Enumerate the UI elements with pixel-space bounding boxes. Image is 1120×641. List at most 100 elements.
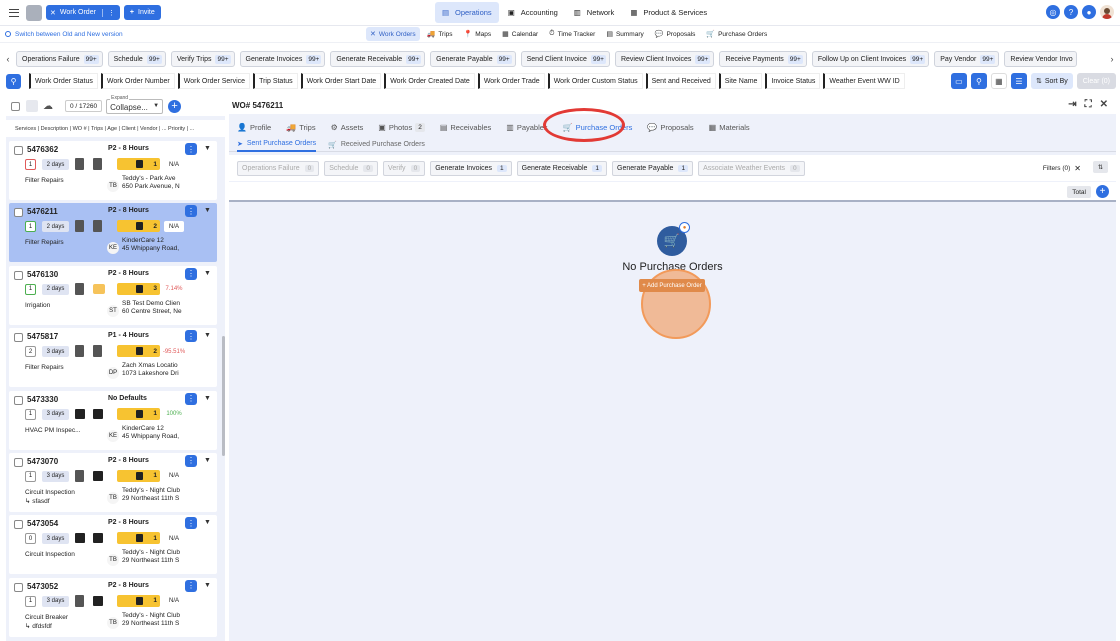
clear-filters-button[interactable]: Clear (0)	[1076, 73, 1116, 89]
chevron-down-icon[interactable]: ▼	[204, 270, 211, 277]
chevron-down-icon[interactable]: ▼	[204, 207, 211, 214]
chevron-left-icon[interactable]: ‹	[0, 54, 16, 64]
add-purchase-order-button[interactable]: + Add Purchase Order	[639, 279, 705, 292]
work-order-more-icon[interactable]: ⋮	[101, 8, 115, 17]
nav-network[interactable]: ▥ Network	[567, 2, 622, 23]
bulk-action-icon[interactable]	[26, 100, 38, 112]
nav-product-services[interactable]: ▦ Product & Services	[623, 2, 714, 23]
grid-view-icon[interactable]: ▦	[990, 73, 1007, 89]
row-checkbox[interactable]	[14, 457, 23, 467]
tab-receivables[interactable]: ▤ Receivables	[440, 123, 491, 132]
chevron-down-icon[interactable]: ▼	[204, 582, 211, 589]
filter-chip[interactable]: Work Order Created Date	[384, 73, 475, 89]
row-checkbox[interactable]	[14, 146, 23, 155]
total-button[interactable]: Total	[1067, 186, 1091, 198]
menu-icon[interactable]	[9, 8, 19, 17]
subnav-summary[interactable]: ▤ Summary	[602, 27, 647, 41]
close-icon[interactable]: ✕	[1100, 99, 1108, 110]
work-order-card[interactable]: 5476362 P2 - 8 Hours ⋮ ▼ 1 2 days 1 N/A Filter R…	[9, 141, 217, 200]
subnav-proposals[interactable]: 💬 Proposals	[651, 27, 700, 41]
row-checkbox[interactable]	[14, 270, 23, 280]
select-all-checkbox[interactable]	[11, 101, 20, 111]
stage-chip[interactable]: Receive Payments 99+	[719, 51, 807, 67]
filter-chip[interactable]: Work Order Custom Status	[547, 73, 643, 89]
subnav-work-orders[interactable]: ✕ Work Orders	[366, 27, 420, 41]
filter-settings-icon[interactable]: ⚲	[970, 73, 987, 89]
tab-photos[interactable]: ▣ Photos 2	[378, 122, 425, 132]
po-stage-chip[interactable]: Generate Invoices 1	[430, 160, 512, 176]
subtab-received-purchase-orders[interactable]: 🛒 Received Purchase Orders	[328, 138, 425, 152]
row-menu-icon[interactable]: ⋮	[185, 454, 197, 467]
work-order-card[interactable]: 5473052 P2 - 8 Hours ⋮ ▼ 1 3 days 1 N/A Circuit …	[9, 577, 217, 637]
tab-payables[interactable]: ▥ Payables	[506, 123, 547, 132]
cloud-icon[interactable]: ☁	[43, 101, 53, 112]
subtab-sent-purchase-orders[interactable]: ➤ Sent Purchase Orders	[237, 138, 317, 152]
tab-assets[interactable]: ⚙ Assets	[331, 123, 364, 132]
avatar[interactable]	[1100, 5, 1114, 19]
stage-chip[interactable]: Send Client Invoice 99+	[520, 51, 610, 67]
tab-proposals[interactable]: 💬 Proposals	[647, 123, 693, 132]
subnav-calendar[interactable]: ▦ Calendar	[498, 27, 542, 41]
row-checkbox[interactable]	[14, 333, 23, 343]
expand-select[interactable]: Expand Collapse... ▼	[106, 94, 164, 114]
stage-chip[interactable]: Pay Vendor 99+	[934, 51, 1000, 67]
list-scrollbar[interactable]	[222, 336, 225, 456]
filter-icon[interactable]: ⚲	[6, 73, 21, 89]
list-view-icon[interactable]: ☰	[1010, 73, 1027, 89]
fullscreen-icon[interactable]: ⛶	[1085, 99, 1092, 110]
row-menu-icon[interactable]: ⋮	[185, 579, 197, 592]
work-order-card[interactable]: 5475817 P1 - 4 Hours ⋮ ▼ 2 3 days 2 -95.51% Filt…	[9, 328, 217, 388]
chat-icon[interactable]: ●	[1082, 5, 1096, 19]
filter-chip[interactable]: Work Order Service	[177, 73, 251, 89]
stage-chip[interactable]: Generate Receivable 99+	[330, 51, 426, 67]
filter-chip[interactable]: Sent and Received	[645, 73, 716, 89]
collapse-panel-icon[interactable]: ⇥	[1068, 99, 1076, 110]
tab-materials[interactable]: ▦ Materials	[709, 123, 750, 132]
row-menu-icon[interactable]: ⋮	[185, 143, 197, 155]
row-checkbox[interactable]	[14, 520, 23, 530]
help-icon[interactable]: ?	[1064, 5, 1078, 19]
stage-chip[interactable]: Review Vendor Invo	[1004, 51, 1077, 67]
subnav-maps[interactable]: 📍 Maps	[460, 27, 496, 41]
add-work-order-button[interactable]: +	[168, 99, 182, 113]
tab-profile[interactable]: 👤 Profile	[237, 123, 271, 132]
work-order-card[interactable]: 5473330 No Defaults ⋮ ▼ 1 3 days 1 100% HVAC PM …	[9, 390, 217, 450]
filter-chip[interactable]: Work Order Trade	[477, 73, 545, 89]
filter-chip[interactable]: Work Order Number	[100, 73, 175, 89]
stage-chip[interactable]: Verify Trips 99+	[170, 51, 235, 67]
filter-chip[interactable]: Work Order Status	[29, 73, 98, 89]
po-stage-chip[interactable]: Generate Payable 1	[612, 160, 694, 176]
filter-chip[interactable]: Site Name	[718, 73, 763, 89]
company-logo[interactable]	[26, 4, 42, 21]
row-menu-icon[interactable]: ⋮	[185, 205, 197, 218]
sort-by-button[interactable]: ⇅ Sort By	[1030, 73, 1073, 89]
filter-chip[interactable]: Invoice Status	[765, 73, 821, 89]
invite-button[interactable]: + Invite	[123, 5, 161, 20]
work-order-button[interactable]: ✕ Work Order ⋮	[46, 5, 120, 20]
work-order-card[interactable]: 5473054 P2 - 8 Hours ⋮ ▼ 0 3 days 1 N/A Circuit …	[9, 515, 217, 575]
chevron-right-icon[interactable]: ›	[1104, 54, 1120, 64]
row-menu-icon[interactable]: ⋮	[185, 517, 197, 530]
row-checkbox[interactable]	[14, 395, 23, 405]
add-po-plus-button[interactable]: +	[1096, 185, 1109, 198]
target-icon[interactable]: ◎	[1046, 5, 1060, 19]
chevron-down-icon[interactable]: ▼	[204, 457, 211, 464]
chevron-down-icon[interactable]: ▼	[204, 519, 211, 526]
row-checkbox[interactable]	[14, 582, 23, 592]
stage-chip[interactable]: Generate Payable 99+	[430, 51, 516, 67]
version-switch-link[interactable]: Switch between Old and New version	[5, 31, 123, 38]
po-stage-chip[interactable]: Generate Receivable 1	[516, 160, 608, 176]
subnav-trips[interactable]: 🚚 Trips	[423, 27, 457, 41]
chevron-down-icon[interactable]: ▼	[204, 332, 211, 339]
row-checkbox[interactable]	[14, 208, 23, 218]
layout-toggle-icon[interactable]: ▭	[950, 73, 967, 89]
sort-toggle-icon[interactable]: ⇅	[1093, 161, 1108, 173]
row-menu-icon[interactable]: ⋮	[185, 392, 197, 405]
stage-chip[interactable]: Follow Up on Client Invoices 99+	[811, 51, 930, 67]
tab-trips[interactable]: 🚚 Trips	[286, 123, 315, 132]
clear-filter-icon[interactable]: ✕	[1074, 164, 1081, 173]
filter-chip[interactable]: Trip Status	[253, 73, 298, 89]
work-order-card[interactable]: 5476211 P2 - 8 Hours ⋮ ▼ 1 2 days 2 N/A Filter R…	[9, 203, 217, 263]
stage-chip[interactable]: Schedule 99+	[107, 51, 166, 67]
filters-indicator[interactable]: Filters (0) ✕	[1043, 164, 1081, 173]
